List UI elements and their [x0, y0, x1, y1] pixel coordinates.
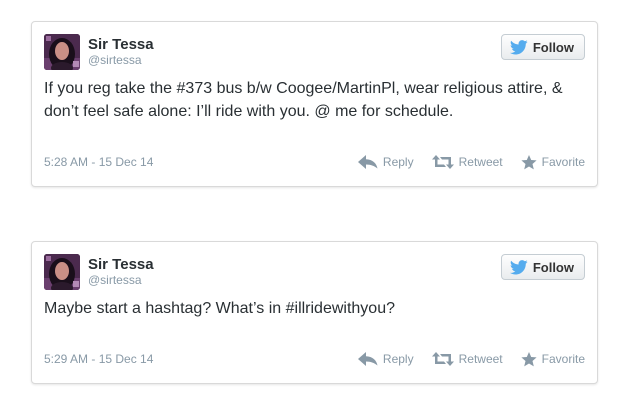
tweet-timestamp[interactable]: 5:28 AM - 15 Dec 14: [44, 153, 153, 171]
tweet-actions: Reply Retweet Favorite: [357, 350, 585, 368]
tweet-header: Sir Tessa @sirtessa Follow: [44, 254, 585, 290]
retweet-action[interactable]: Retweet: [431, 153, 503, 171]
tweet-timestamp[interactable]: 5:29 AM - 15 Dec 14: [44, 350, 153, 368]
favorite-label: Favorite: [541, 352, 585, 366]
embedded-tweets-canvas: Sir Tessa @sirtessa Follow If you reg ta…: [0, 0, 625, 415]
follow-button[interactable]: Follow: [500, 34, 585, 60]
reply-label: Reply: [382, 155, 414, 169]
favorite-action[interactable]: Favorite: [521, 350, 585, 368]
reply-label: Reply: [382, 352, 414, 366]
retweet-icon: [431, 352, 454, 366]
user-handle[interactable]: @sirtessa: [88, 53, 142, 67]
tweet-text: Maybe start a hashtag? What’s in #illrid…: [44, 300, 395, 317]
tweet-card: Sir Tessa @sirtessa Follow Maybe start a…: [31, 241, 598, 384]
retweet-icon: [431, 155, 454, 169]
user-avatar[interactable]: [44, 254, 80, 290]
retweet-label: Retweet: [458, 352, 503, 366]
reply-icon: [357, 352, 378, 366]
favorite-label: Favorite: [541, 155, 585, 169]
user-display-name[interactable]: Sir Tessa: [88, 36, 154, 53]
reply-action[interactable]: Reply: [357, 153, 414, 171]
follow-button[interactable]: Follow: [500, 254, 585, 280]
favorite-action[interactable]: Favorite: [521, 153, 585, 171]
twitter-bird-icon: [509, 39, 528, 54]
user-handle[interactable]: @sirtessa: [88, 273, 142, 287]
star-icon: [521, 351, 537, 366]
follow-button-label: Follow: [532, 259, 574, 275]
tweet-header: Sir Tessa @sirtessa Follow: [44, 34, 585, 70]
twitter-bird-icon: [509, 259, 528, 274]
reply-action[interactable]: Reply: [357, 350, 414, 368]
tweet-text: If you reg take the #373 bus b/w Coogee/…: [44, 80, 563, 120]
user-display-name[interactable]: Sir Tessa: [88, 256, 154, 273]
retweet-action[interactable]: Retweet: [431, 350, 503, 368]
tweet-footer: 5:29 AM - 15 Dec 14 Reply Retweet Favori…: [44, 350, 585, 368]
tweet-footer: 5:28 AM - 15 Dec 14 Reply Retweet Favori…: [44, 153, 585, 171]
tweet-actions: Reply Retweet Favorite: [357, 153, 585, 171]
retweet-label: Retweet: [458, 155, 503, 169]
tweet-card: Sir Tessa @sirtessa Follow If you reg ta…: [31, 21, 598, 187]
follow-button-label: Follow: [532, 39, 574, 55]
star-icon: [521, 154, 537, 169]
avatar-image: [44, 254, 80, 290]
user-avatar[interactable]: [44, 34, 80, 70]
reply-icon: [357, 155, 378, 169]
avatar-image: [44, 34, 80, 70]
